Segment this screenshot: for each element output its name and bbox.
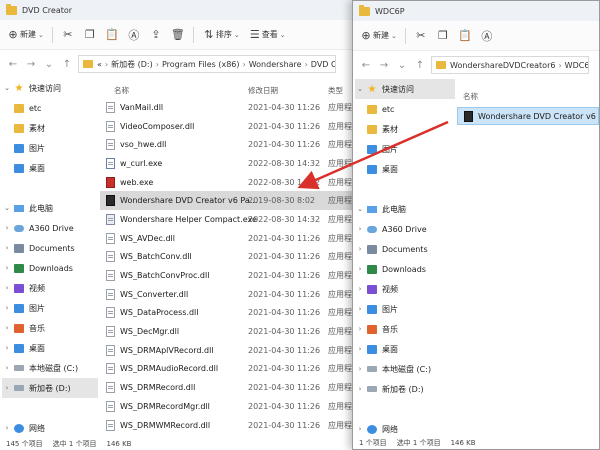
drag-arrow-annotation	[297, 120, 449, 190]
red-arrow	[297, 120, 449, 190]
